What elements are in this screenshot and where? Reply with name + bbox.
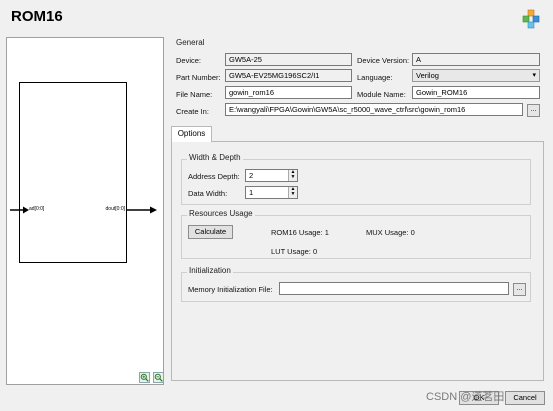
tab-options[interactable]: Options [171,126,212,142]
device-version-field: A [412,53,540,66]
width-depth-group [181,159,531,205]
device-label: Device: [176,56,202,65]
memory-init-label: Memory Initialization File: [188,285,273,294]
resources-usage-group [181,215,531,259]
module-name-label: Module Name: [357,90,406,99]
memory-init-input[interactable] [279,282,509,295]
watermark-text: CSDN @道茗田 [426,391,505,403]
output-arrow-icon [127,206,157,214]
zoom-out-icon[interactable] [153,372,164,383]
initialization-title: Initialization [187,266,233,275]
resources-usage-title: Resources Usage [187,209,255,218]
module-name-input[interactable]: Gowin_ROM16 [412,86,540,99]
address-depth-stepper[interactable]: 2 ▲ ▼ [245,169,298,182]
language-label: Language: [357,73,393,82]
file-name-input[interactable]: gowin_rom16 [225,86,352,99]
data-width-stepper[interactable]: 1 ▲ ▼ [245,186,298,199]
stepper-arrows-icon[interactable]: ▲ ▼ [288,170,297,181]
calculate-button[interactable]: Calculate [188,225,233,239]
zoom-in-icon[interactable] [139,372,150,383]
output-pin-label: dout[0:0] [105,206,125,212]
address-depth-value: 2 [249,171,254,180]
device-field: GW5A-25 [225,53,352,66]
part-number-field: GW5A-EV25MG196SC2/I1 [225,69,352,82]
cancel-button[interactable]: Cancel [505,391,545,405]
dialog-title: ROM16 [11,8,63,25]
data-width-value: 1 [249,188,254,197]
input-pin-label: ad[0:0] [29,206,45,212]
address-depth-label: Address Depth: [188,172,240,181]
gowin-cubes-icon [522,9,540,29]
language-select[interactable]: Verilog ▾ [412,69,540,82]
mux-usage-text: MUX Usage: 0 [366,228,415,237]
rom16-usage-text: ROM16 Usage: 1 [271,228,329,237]
general-group-title: General [176,38,205,47]
lut-usage-text: LUT Usage: 0 [271,247,318,256]
device-version-label: Device Version: [357,56,410,65]
create-in-label: Create In: [176,107,209,116]
part-number-label: Part Number: [176,73,221,82]
memory-init-browse-button[interactable]: ... [513,283,526,296]
create-in-browse-button[interactable]: ... [527,104,540,117]
language-select-value: Verilog [416,71,439,80]
rom16-block-symbol [19,82,127,263]
file-name-label: File Name: [176,90,213,99]
input-arrow-icon [10,206,29,214]
chevron-down-icon: ▾ [532,72,536,79]
create-in-input[interactable]: E:\wangyali\FPGA\Gowin\GW5A\sc_r5000_wav… [225,103,523,116]
data-width-label: Data Width: [188,189,228,198]
stepper-arrows-icon[interactable]: ▲ ▼ [288,187,297,198]
width-depth-title: Width & Depth [187,153,243,162]
